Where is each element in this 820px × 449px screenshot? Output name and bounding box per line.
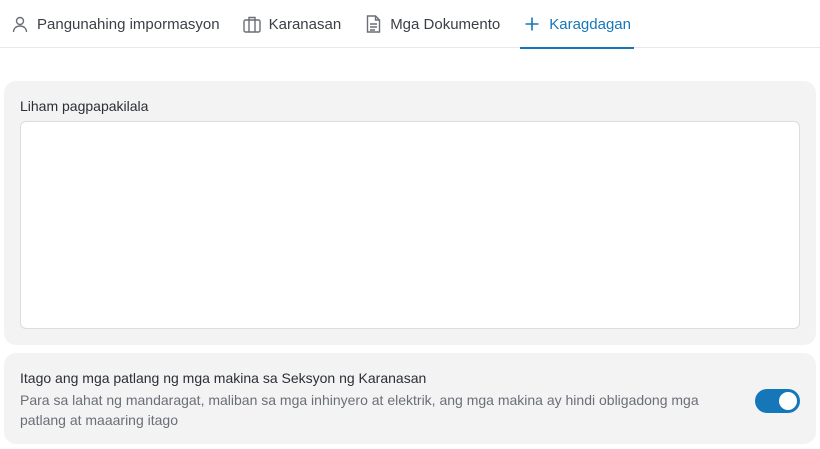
tab-label: Mga Dokumento: [390, 15, 501, 33]
tab-experience[interactable]: Karanasan: [240, 0, 345, 48]
toggle-knob: [779, 392, 797, 410]
person-icon: [11, 15, 29, 33]
hide-machines-description: Para sa lahat ng mandaragat, maliban sa …: [20, 392, 699, 428]
tab-basic-info[interactable]: Pangunahing impormasyon: [8, 0, 223, 48]
tab-documents[interactable]: Mga Dokumento: [361, 0, 503, 48]
tab-additional[interactable]: Karagdagan: [520, 0, 634, 49]
briefcase-icon: [242, 15, 261, 33]
hide-machines-title: Itago ang mga patlang ng mga makina sa S…: [20, 370, 427, 386]
cover-letter-card: Liham pagpapakilala: [4, 81, 816, 345]
tab-label: Karagdagan: [549, 15, 631, 33]
hide-machines-toggle[interactable]: [755, 389, 800, 413]
hide-machines-card: Itago ang mga patlang ng mga makina sa S…: [4, 353, 816, 444]
document-icon: [364, 15, 382, 33]
tab-label: Pangunahing impormasyon: [37, 15, 220, 33]
cover-letter-label: Liham pagpapakilala: [20, 98, 149, 114]
cover-letter-textarea[interactable]: [20, 121, 800, 329]
tab-label: Karanasan: [268, 15, 342, 33]
plus-icon: [523, 15, 541, 33]
tab-bar: Pangunahing impormasyon Karanasan Mga Do…: [0, 0, 820, 49]
